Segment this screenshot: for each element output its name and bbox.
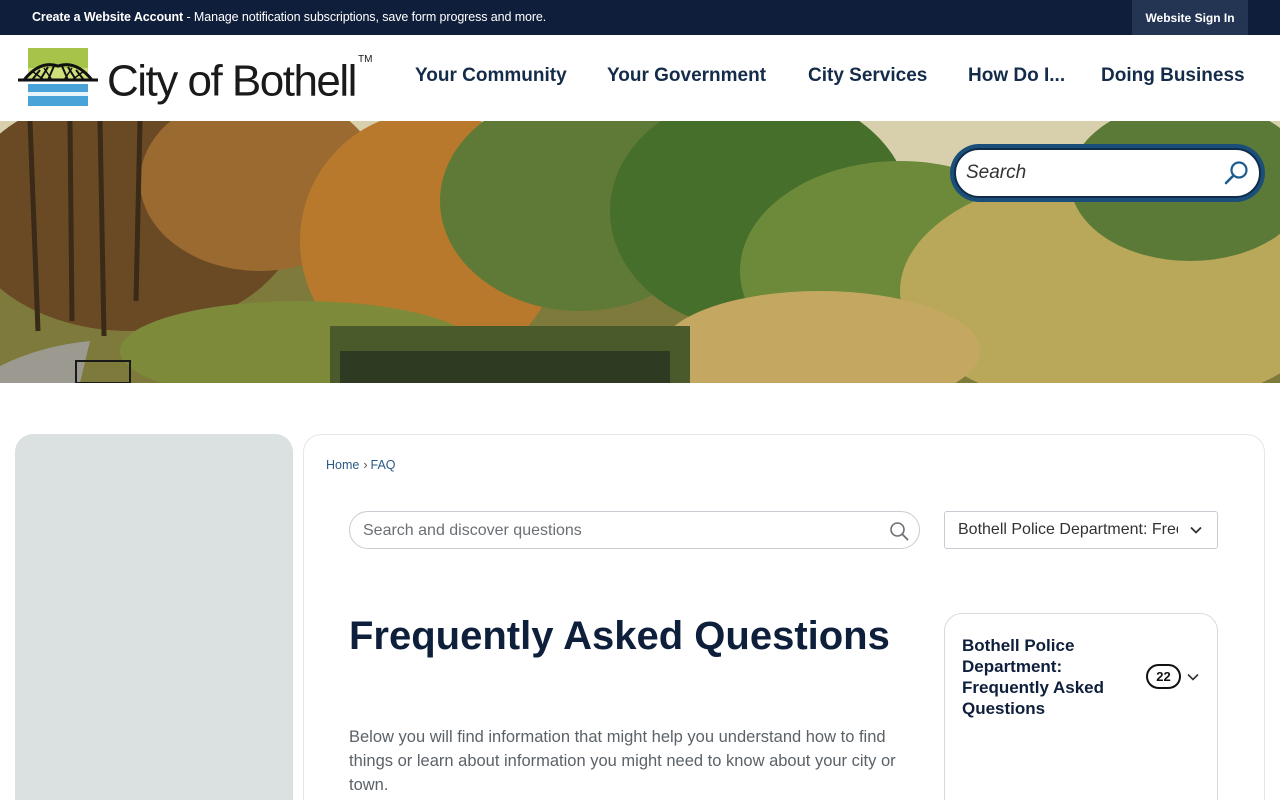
bridge-logo-icon[interactable]: [18, 48, 98, 106]
account-notice-text: - Manage notification subscriptions, sav…: [183, 10, 547, 24]
create-account-link[interactable]: Create a Website Account: [32, 10, 183, 24]
faq-category-label: Bothell Police Department: Frequently As…: [962, 636, 1105, 718]
nav-your-community[interactable]: Your Community: [415, 65, 567, 87]
side-panel: [15, 434, 293, 800]
magnifier-icon[interactable]: [889, 521, 909, 541]
site-header: City of Bothell TM Your Community Your Go…: [0, 35, 1280, 121]
breadcrumb-separator: ›: [363, 458, 368, 472]
category-select[interactable]: Bothell Police Department: Frequently As…: [944, 511, 1218, 549]
breadcrumb: Home › FAQ: [326, 458, 396, 472]
magnifier-icon[interactable]: [1223, 159, 1251, 187]
faq-category-card[interactable]: Bothell Police Department: Frequently As…: [944, 613, 1218, 800]
site-search: [950, 144, 1265, 202]
faq-search-input[interactable]: [363, 520, 873, 542]
faq-search: [349, 511, 920, 549]
site-search-box: [954, 148, 1261, 198]
site-search-input[interactable]: [966, 156, 1206, 190]
nav-how-do-i[interactable]: How Do I...: [968, 65, 1065, 87]
account-notice: Create a Website Account - Manage notifi…: [32, 10, 546, 24]
utility-bar: Create a Website Account - Manage notifi…: [0, 0, 1280, 35]
chevron-down-icon: [1189, 523, 1203, 537]
site-name: City of Bothell: [107, 56, 357, 106]
nav-doing-business[interactable]: Doing Business: [1101, 65, 1245, 87]
nav-your-government[interactable]: Your Government: [607, 65, 766, 87]
nav-city-services[interactable]: City Services: [808, 65, 927, 87]
breadcrumb-faq[interactable]: FAQ: [371, 458, 396, 472]
page-title: Frequently Asked Questions: [349, 614, 890, 658]
trademark-mark: TM: [357, 54, 373, 65]
website-sign-in-button[interactable]: Website Sign In: [1132, 0, 1248, 35]
breadcrumb-home[interactable]: Home: [326, 458, 359, 472]
page-intro: Below you will find information that mig…: [349, 728, 896, 794]
site-name-logo[interactable]: City of Bothell TM: [107, 52, 372, 108]
chevron-down-icon[interactable]: [1186, 670, 1200, 684]
faq-count-badge: 22: [1146, 664, 1181, 689]
category-select-value: Bothell Police Department: Frequently As…: [958, 521, 1178, 538]
